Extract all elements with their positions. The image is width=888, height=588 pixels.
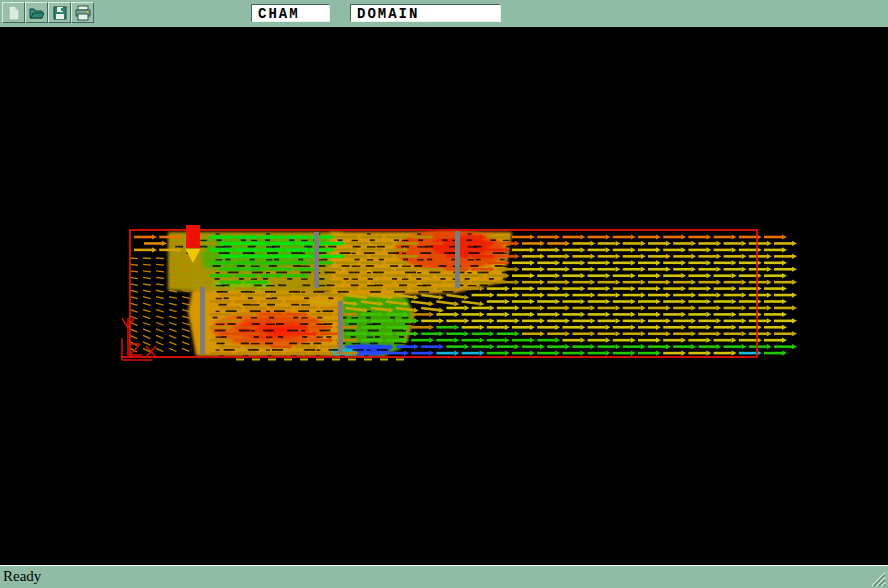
cham-field[interactable]	[251, 4, 330, 22]
domain-field[interactable]	[350, 4, 501, 22]
print-button[interactable]	[71, 2, 94, 23]
new-document-icon	[6, 5, 22, 21]
new-button[interactable]	[2, 2, 25, 23]
open-button[interactable]	[25, 2, 48, 23]
vector-field-plot	[0, 27, 888, 565]
status-bar: Ready	[0, 565, 888, 588]
print-icon	[75, 5, 91, 21]
save-button[interactable]	[48, 2, 71, 23]
resize-grip-icon[interactable]	[869, 570, 886, 587]
status-text: Ready	[3, 568, 41, 585]
graphics-viewport[interactable]	[0, 27, 888, 565]
open-folder-icon	[29, 5, 45, 21]
toolbar	[0, 0, 888, 27]
application-window: Ready	[0, 0, 888, 588]
save-floppy-icon	[52, 5, 68, 21]
